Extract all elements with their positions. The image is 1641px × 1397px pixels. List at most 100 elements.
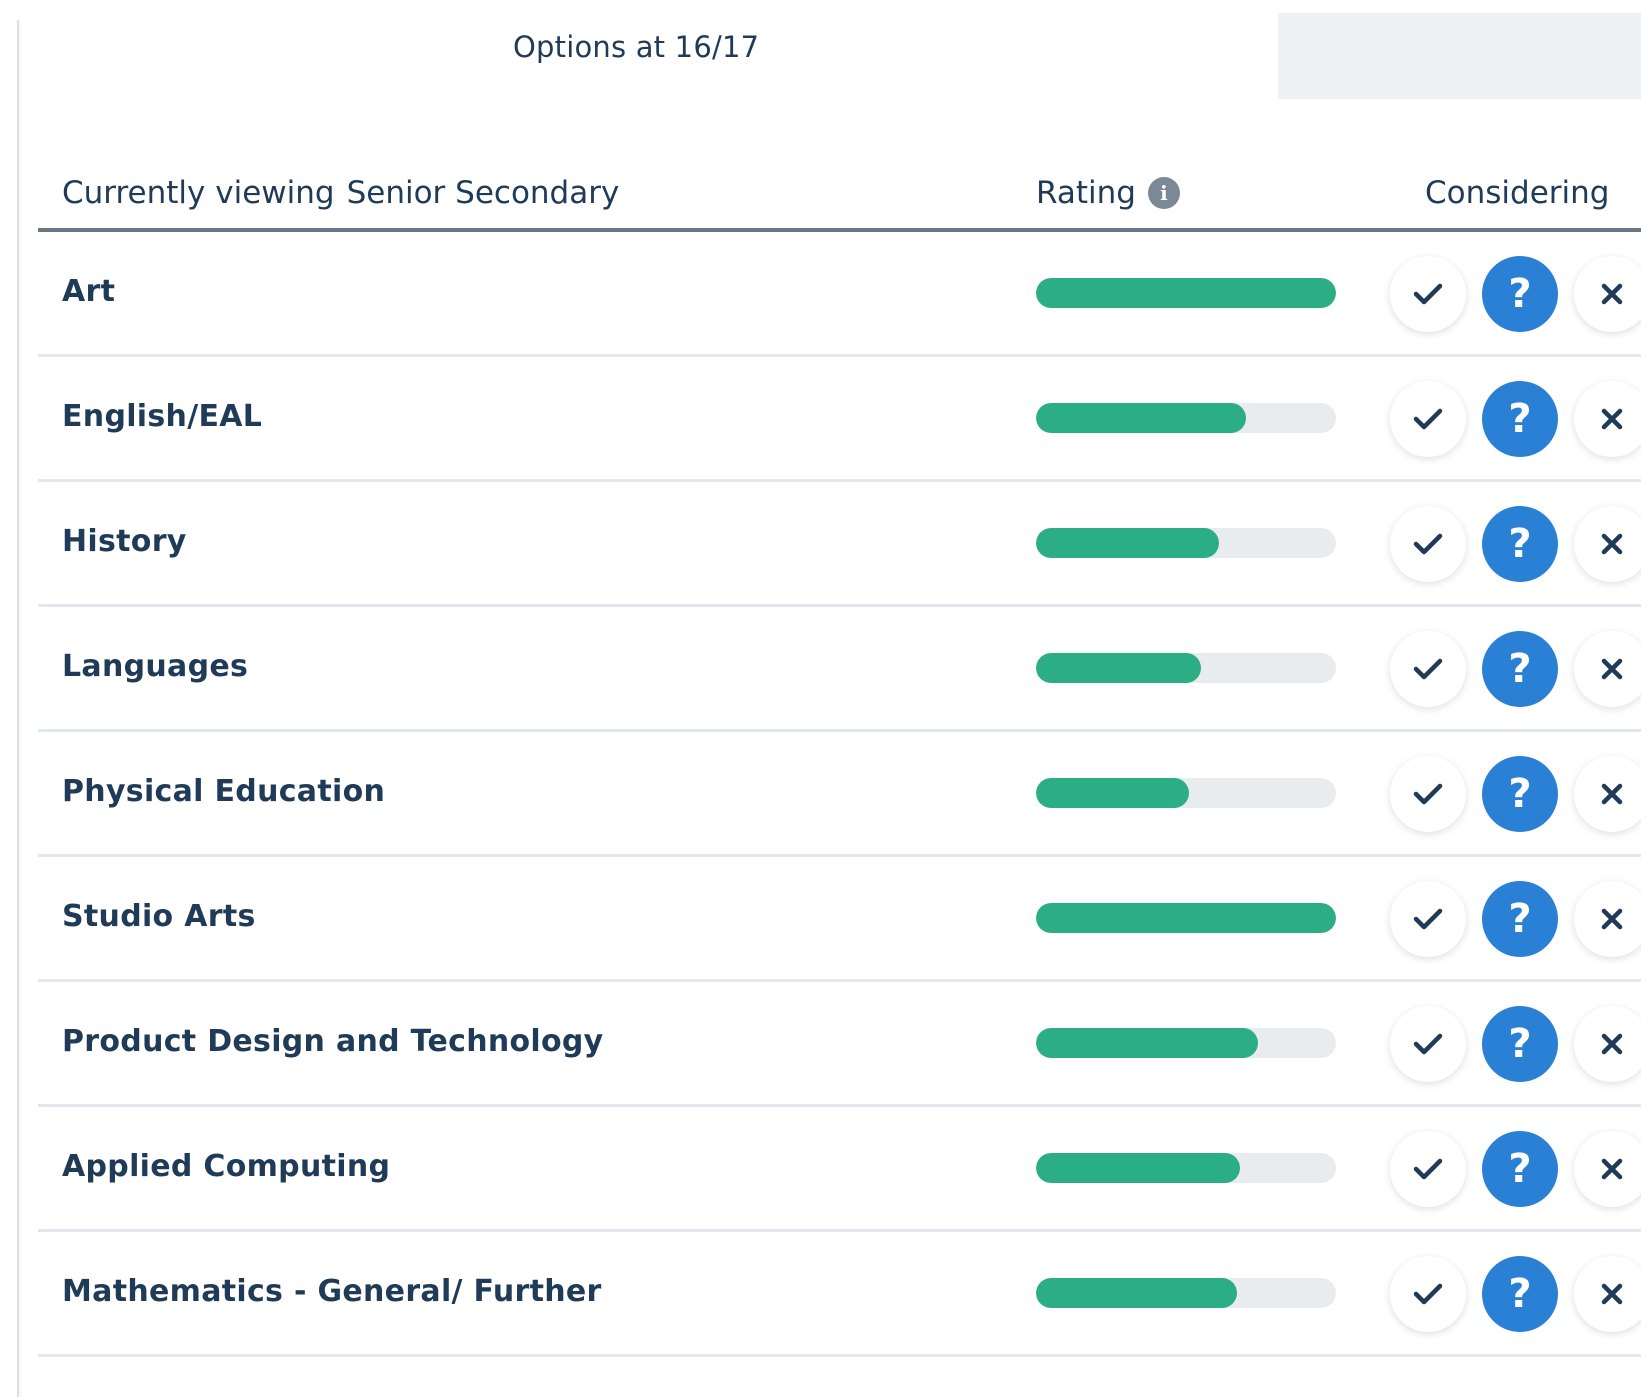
- rating-bar-fill: [1036, 278, 1336, 308]
- considering-maybe-button[interactable]: ?: [1482, 1006, 1558, 1082]
- checkmark-icon: [1413, 407, 1443, 431]
- left-panel-edge: [17, 20, 19, 1397]
- considering-no-button[interactable]: [1574, 381, 1641, 457]
- rating-bar: [1036, 778, 1336, 808]
- page-title: Options at 16/17: [513, 30, 760, 64]
- considering-no-button[interactable]: [1574, 256, 1641, 332]
- checkmark-icon: [1413, 1157, 1443, 1181]
- considering-maybe-button[interactable]: ?: [1482, 506, 1558, 582]
- rating-bar-fill: [1036, 1278, 1237, 1308]
- subject-row: History?: [38, 482, 1641, 607]
- considering-column-header: Considering: [1425, 175, 1610, 211]
- rating-bar-fill: [1036, 1153, 1240, 1183]
- considering-yes-button[interactable]: [1390, 381, 1466, 457]
- rating-bar-fill: [1036, 403, 1246, 433]
- rating-bar: [1036, 903, 1336, 933]
- subject-row: Studio Arts?: [38, 857, 1641, 982]
- subject-name[interactable]: Applied Computing: [62, 1149, 390, 1184]
- checkmark-icon: [1413, 282, 1443, 306]
- table-header: Currently viewing Senior Secondary Rating…: [38, 165, 1641, 232]
- subject-name[interactable]: Product Design and Technology: [62, 1024, 604, 1059]
- checkmark-icon: [1413, 532, 1443, 556]
- considering-yes-button[interactable]: [1390, 506, 1466, 582]
- considering-yes-button[interactable]: [1390, 1256, 1466, 1332]
- close-icon: [1601, 408, 1623, 430]
- rating-bar: [1036, 1153, 1336, 1183]
- close-icon: [1601, 908, 1623, 930]
- question-icon: ?: [1508, 1021, 1532, 1067]
- close-icon: [1601, 533, 1623, 555]
- rating-bar-fill: [1036, 1028, 1258, 1058]
- rating-bar: [1036, 278, 1336, 308]
- subject-row: Physical Education?: [38, 732, 1641, 857]
- subject-name[interactable]: Physical Education: [62, 774, 385, 809]
- considering-maybe-button[interactable]: ?: [1482, 1256, 1558, 1332]
- considering-no-button[interactable]: [1574, 756, 1641, 832]
- subject-row: Product Design and Technology?: [38, 982, 1641, 1107]
- considering-no-button[interactable]: [1574, 1006, 1641, 1082]
- checkmark-icon: [1413, 1032, 1443, 1056]
- viewing-label: Currently viewing: [62, 175, 335, 211]
- considering-maybe-button[interactable]: ?: [1482, 631, 1558, 707]
- checkmark-icon: [1413, 1282, 1443, 1306]
- top-right-panel: [1278, 13, 1641, 99]
- question-icon: ?: [1508, 771, 1532, 817]
- subject-row: Languages?: [38, 607, 1641, 732]
- considering-yes-button[interactable]: [1390, 1131, 1466, 1207]
- subject-name[interactable]: Studio Arts: [62, 899, 256, 934]
- considering-no-button[interactable]: [1574, 506, 1641, 582]
- checkmark-icon: [1413, 907, 1443, 931]
- considering-maybe-button[interactable]: ?: [1482, 381, 1558, 457]
- checkmark-icon: [1413, 657, 1443, 681]
- rating-bar: [1036, 1278, 1336, 1308]
- question-icon: ?: [1508, 1146, 1532, 1192]
- subject-row: Applied Computing?: [38, 1107, 1641, 1232]
- considering-maybe-button[interactable]: ?: [1482, 1131, 1558, 1207]
- close-icon: [1601, 283, 1623, 305]
- subject-name[interactable]: Languages: [62, 649, 248, 684]
- considering-no-button[interactable]: [1574, 881, 1641, 957]
- considering-maybe-button[interactable]: ?: [1482, 756, 1558, 832]
- question-icon: ?: [1508, 646, 1532, 692]
- close-icon: [1601, 1158, 1623, 1180]
- subject-row: English/EAL?: [38, 357, 1641, 482]
- question-icon: ?: [1508, 896, 1532, 942]
- considering-yes-button[interactable]: [1390, 756, 1466, 832]
- close-icon: [1601, 1033, 1623, 1055]
- rating-label: Rating: [1036, 175, 1136, 211]
- rating-bar: [1036, 403, 1336, 433]
- rating-bar-fill: [1036, 778, 1189, 808]
- subject-row: Mathematics - General/ Further?: [38, 1232, 1641, 1357]
- question-icon: ?: [1508, 521, 1532, 567]
- considering-maybe-button[interactable]: ?: [1482, 881, 1558, 957]
- rating-bar: [1036, 653, 1336, 683]
- question-icon: ?: [1508, 271, 1532, 317]
- close-icon: [1601, 783, 1623, 805]
- question-icon: ?: [1508, 396, 1532, 442]
- rating-bar: [1036, 528, 1336, 558]
- rating-bar-fill: [1036, 528, 1219, 558]
- currently-viewing-label: Currently viewing Senior Secondary: [62, 175, 619, 211]
- question-icon: ?: [1508, 1271, 1532, 1317]
- subject-name[interactable]: History: [62, 524, 187, 559]
- considering-no-button[interactable]: [1574, 631, 1641, 707]
- considering-no-button[interactable]: [1574, 1131, 1641, 1207]
- checkmark-icon: [1413, 782, 1443, 806]
- close-icon: [1601, 658, 1623, 680]
- subject-row: Art?: [38, 232, 1641, 357]
- viewing-scope-selector[interactable]: Senior Secondary: [347, 175, 620, 211]
- considering-yes-button[interactable]: [1390, 1006, 1466, 1082]
- considering-yes-button[interactable]: [1390, 881, 1466, 957]
- subject-name[interactable]: Mathematics - General/ Further: [62, 1274, 602, 1309]
- rating-bar-fill: [1036, 653, 1201, 683]
- rating-bar: [1036, 1028, 1336, 1058]
- info-icon[interactable]: i: [1147, 177, 1180, 209]
- rating-column-header: Rating i: [1036, 175, 1180, 211]
- considering-yes-button[interactable]: [1390, 256, 1466, 332]
- considering-yes-button[interactable]: [1390, 631, 1466, 707]
- considering-maybe-button[interactable]: ?: [1482, 256, 1558, 332]
- close-icon: [1601, 1283, 1623, 1305]
- subject-name[interactable]: Art: [62, 274, 115, 309]
- considering-no-button[interactable]: [1574, 1256, 1641, 1332]
- subject-name[interactable]: English/EAL: [62, 399, 262, 434]
